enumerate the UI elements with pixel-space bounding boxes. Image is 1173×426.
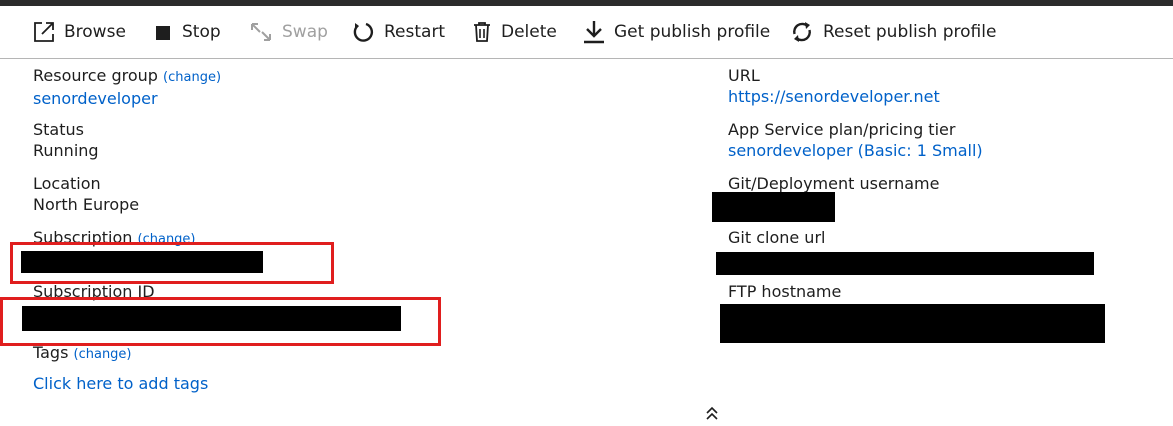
download-icon	[584, 21, 604, 44]
swap-button[interactable]: Swap	[249, 6, 328, 58]
location-label: Location	[33, 174, 101, 193]
git-clone-url-redaction	[716, 252, 1094, 275]
delete-button[interactable]: Delete	[472, 6, 557, 58]
browse-button[interactable]: Browse	[33, 6, 126, 58]
resource-group-section: Resource group (change) senordeveloper	[33, 65, 221, 109]
git-clone-url-label: Git clone url	[728, 228, 826, 247]
tags-label: Tags	[33, 343, 69, 362]
status-value: Running	[33, 141, 99, 160]
url-section: URL https://senordeveloper.net	[728, 65, 940, 107]
ftp-hostname-section: FTP hostname	[728, 281, 841, 302]
location-value: North Europe	[33, 195, 140, 214]
reset-publish-profile-label: Reset publish profile	[823, 22, 997, 42]
app-service-plan-section: App Service plan/pricing tier senordevel…	[728, 119, 983, 161]
browse-label: Browse	[64, 22, 126, 42]
resource-group-label-row: Resource group (change)	[33, 65, 221, 88]
stop-icon	[156, 26, 170, 40]
collapse-essentials-button[interactable]	[703, 404, 721, 422]
git-username-label: Git/Deployment username	[728, 174, 940, 193]
tags-section: Tags (change) Click here to add tags	[33, 342, 208, 394]
delete-label: Delete	[501, 22, 557, 42]
ftp-hostname-label: FTP hostname	[728, 282, 842, 301]
git-username-section: Git/Deployment username	[728, 173, 939, 194]
status-section: Status Running	[33, 119, 99, 161]
tags-change-link[interactable]: (change)	[74, 347, 132, 362]
command-bar: Browse Stop Swap Restart Delete Get publ…	[0, 6, 1173, 59]
double-chevron-up-icon	[706, 406, 718, 420]
resource-group-change-link[interactable]: (change)	[163, 70, 221, 85]
add-tags-link[interactable]: Click here to add tags	[33, 373, 208, 394]
git-username-redaction	[712, 192, 835, 222]
get-publish-profile-button[interactable]: Get publish profile	[583, 6, 770, 58]
resource-group-value-link[interactable]: senordeveloper	[33, 88, 221, 109]
tags-label-row: Tags (change)	[33, 342, 208, 365]
resource-group-label: Resource group	[33, 66, 158, 85]
stop-button[interactable]: Stop	[155, 6, 221, 58]
subscription-highlight-box	[10, 242, 334, 284]
url-label: URL	[728, 66, 760, 85]
status-label: Status	[33, 120, 84, 139]
external-link-icon	[34, 22, 54, 42]
restart-label: Restart	[384, 22, 446, 42]
refresh-icon	[793, 22, 811, 42]
location-section: Location North Europe	[33, 173, 139, 215]
url-value-link[interactable]: https://senordeveloper.net	[728, 86, 940, 107]
ftp-hostname-redaction	[720, 304, 1105, 343]
reset-publish-profile-button[interactable]: Reset publish profile	[790, 6, 996, 58]
get-publish-profile-label: Get publish profile	[614, 22, 771, 42]
trash-icon	[474, 22, 490, 42]
restart-button[interactable]: Restart	[351, 6, 445, 58]
app-service-plan-label: App Service plan/pricing tier	[728, 120, 956, 139]
stop-label: Stop	[182, 22, 221, 42]
swap-label: Swap	[282, 22, 328, 42]
git-clone-url-section: Git clone url	[728, 227, 825, 248]
subscription-id-highlight-box	[0, 297, 441, 346]
swap-icon	[251, 23, 271, 41]
restart-icon	[353, 22, 373, 42]
app-service-plan-link[interactable]: senordeveloper (Basic: 1 Small)	[728, 140, 983, 161]
